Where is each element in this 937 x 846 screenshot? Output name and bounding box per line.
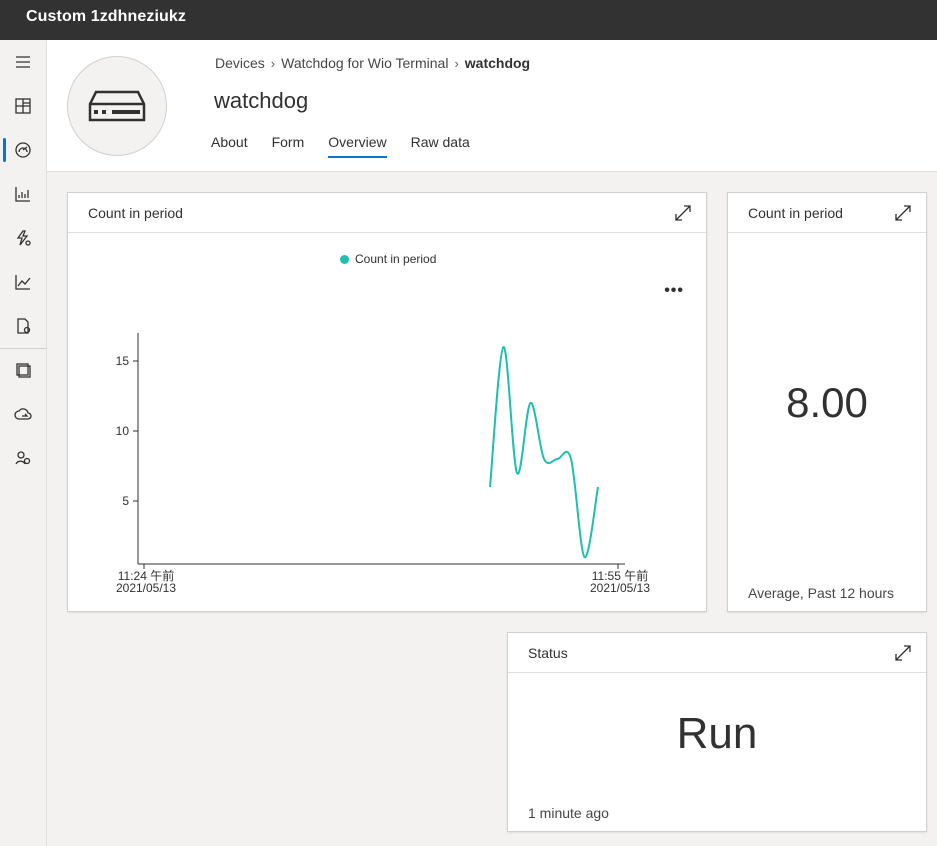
side-navigation (0, 40, 47, 846)
breadcrumb: Devices › Watchdog for Wio Terminal › wa… (215, 55, 530, 71)
chevron-right-icon: › (454, 55, 459, 71)
dashboard-icon[interactable] (0, 90, 46, 122)
device-avatar (67, 56, 167, 156)
status-caption: 1 minute ago (528, 805, 609, 821)
more-options-icon[interactable]: ••• (664, 283, 684, 299)
rules-icon[interactable] (0, 222, 46, 254)
status-value: Run (676, 709, 758, 758)
device-header: Devices › Watchdog for Wio Terminal › wa… (47, 40, 937, 172)
y-tick-label: 5 (122, 494, 129, 508)
x-tick-date: 2021/05/13 (590, 581, 650, 595)
series-line-count-in-period (489, 345, 599, 559)
device-icon (88, 90, 146, 122)
tile-header: Count in period (68, 193, 706, 233)
kpi-caption: Average, Past 12 hours (748, 585, 895, 601)
legend-label: Count in period (355, 252, 437, 266)
analytics-icon[interactable] (0, 178, 46, 210)
menu-icon[interactable] (0, 46, 46, 78)
tile-header: Status (508, 633, 926, 673)
breadcrumb-current: watchdog (464, 55, 531, 71)
tab-overview[interactable]: Overview (328, 134, 387, 158)
tile-title: Count in period (88, 205, 183, 221)
y-tick-label: 10 (116, 424, 130, 438)
tile-header: Count in period (728, 193, 926, 233)
chart-tile: 5 10 15 11:24 午前 2021/05/13 11:55 午前 2021/05/1… (67, 192, 707, 612)
page-title: watchdog (214, 88, 309, 113)
device-templates-icon[interactable] (0, 310, 46, 342)
tab-form[interactable]: Form (272, 134, 305, 158)
tab-bar: About Form Overview Raw data (211, 134, 494, 158)
expand-icon[interactable] (674, 204, 692, 222)
status-tile: Status Run 1 minute ago (507, 632, 927, 832)
chevron-right-icon: › (270, 55, 276, 71)
devices-icon[interactable] (0, 134, 46, 166)
tab-about[interactable]: About (211, 134, 248, 158)
expand-icon[interactable] (894, 204, 912, 222)
tab-raw-data[interactable]: Raw data (411, 134, 470, 158)
legend-dot (340, 254, 349, 264)
kpi-value: 8.00 (786, 379, 868, 426)
administration-icon[interactable] (0, 442, 46, 474)
expand-icon[interactable] (894, 644, 912, 662)
tile-title: Count in period (748, 205, 843, 221)
breadcrumb-template[interactable]: Watchdog for Wio Terminal (281, 55, 448, 71)
x-tick-date: 2021/05/13 (116, 581, 176, 595)
app-title: Custom 1zdhneziukz (26, 8, 187, 25)
top-bar: Custom 1zdhneziukz (0, 0, 937, 40)
y-tick-label: 15 (116, 354, 130, 368)
chart-legend[interactable]: Count in period (340, 252, 436, 266)
device-groups-icon[interactable] (0, 354, 46, 386)
breadcrumb-devices[interactable]: Devices (215, 55, 265, 71)
nav-divider (0, 348, 46, 349)
tile-title: Status (528, 645, 568, 661)
kpi-tile: Count in period 8.00 Average, Past 12 ho… (727, 192, 927, 612)
jobs-icon[interactable] (0, 266, 46, 298)
data-export-icon[interactable] (0, 398, 46, 430)
